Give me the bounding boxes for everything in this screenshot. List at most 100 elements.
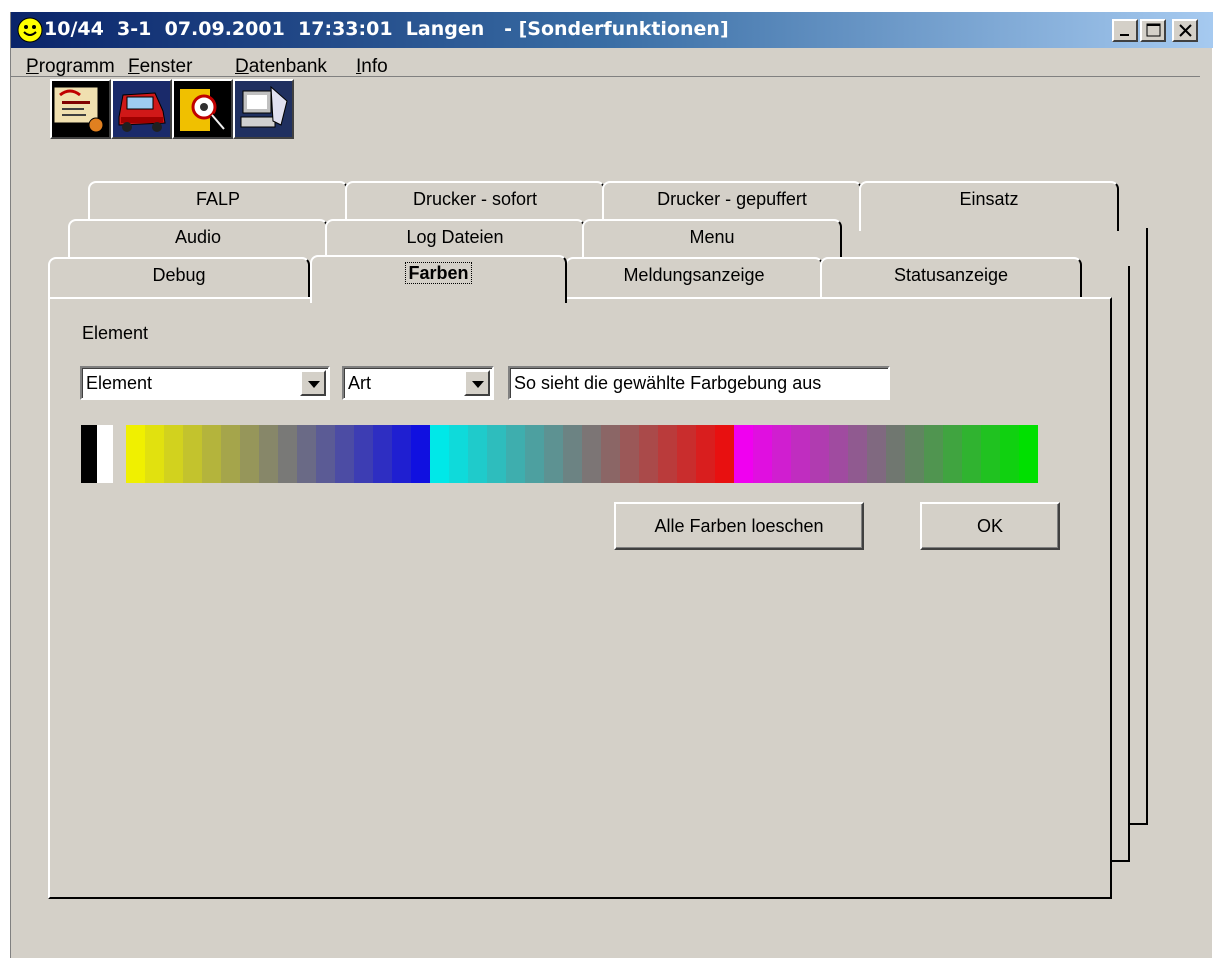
tab-einsatz-label: Einsatz [959, 189, 1019, 209]
tab-drucker-sofort-label: Drucker - sofort [412, 189, 538, 209]
palette-swatch[interactable] [563, 425, 582, 483]
maximize-button[interactable] [1140, 19, 1166, 42]
palette-swatch[interactable] [620, 425, 639, 483]
palette-swatch[interactable] [905, 425, 924, 483]
minimize-button[interactable] [1112, 19, 1138, 42]
palette-swatch[interactable] [810, 425, 829, 483]
palette-swatch[interactable] [772, 425, 791, 483]
palette-swatch[interactable] [867, 425, 886, 483]
tab-meldungsanzeige[interactable]: Meldungsanzeige [565, 257, 823, 301]
palette-swatch[interactable] [468, 425, 487, 483]
title-bar[interactable]: 10/44 3-1 07.09.2001 17:33:01 Langen - [… [11, 12, 1213, 48]
element-combobox-value: Element [86, 373, 153, 393]
palette-swatch[interactable] [164, 425, 183, 483]
preview-text: So sieht die gewählte Farbgebung aus [514, 373, 822, 393]
palette-swatch[interactable] [1000, 425, 1019, 483]
palette-swatch[interactable] [943, 425, 962, 483]
close-button[interactable] [1172, 19, 1198, 42]
palette-swatch[interactable] [506, 425, 525, 483]
palette-swatch[interactable] [886, 425, 905, 483]
chevron-down-icon[interactable] [300, 370, 326, 396]
close-icon [1179, 24, 1192, 37]
maximize-icon [1146, 23, 1161, 37]
palette-swatch[interactable] [525, 425, 544, 483]
menu-datenbank-rest: atenbank [248, 56, 327, 77]
palette-swatch[interactable] [126, 425, 145, 483]
palette-swatch[interactable] [962, 425, 981, 483]
menu-fenster-rest: enster [139, 56, 193, 77]
tab-page-farben: Element Element Art So sieht die gewählt… [48, 297, 1112, 899]
tab-meldungsanzeige-label: Meldungsanzeige [623, 265, 765, 285]
tab-farben-label: Farben [405, 262, 472, 284]
menu-programm-rest: rogramm [38, 56, 115, 77]
menu-datenbank[interactable]: Datenbank [235, 56, 327, 78]
palette-swatch[interactable] [487, 425, 506, 483]
tab-audio-label: Audio [174, 227, 222, 247]
tab-farben[interactable]: Farben [310, 255, 567, 303]
palette-swatch[interactable] [278, 425, 297, 483]
palette-swatch[interactable] [411, 425, 430, 483]
palette-swatch[interactable] [639, 425, 658, 483]
clear-colors-button[interactable]: Alle Farben loeschen [614, 502, 864, 550]
menu-programm-accel: P [26, 56, 39, 77]
palette-swatch[interactable] [145, 425, 164, 483]
tab-falp-label: FALP [195, 189, 241, 209]
chevron-down-icon[interactable] [464, 370, 490, 396]
palette-swatch[interactable] [753, 425, 772, 483]
palette-swatch[interactable] [677, 425, 696, 483]
palette-swatch[interactable] [924, 425, 943, 483]
palette-swatch[interactable] [582, 425, 601, 483]
palette-swatch[interactable] [715, 425, 734, 483]
palette-swatch[interactable] [449, 425, 468, 483]
menu-info[interactable]: Info [356, 56, 388, 78]
color-palette[interactable] [126, 425, 1038, 483]
tab-debug-label: Debug [152, 265, 206, 285]
minimize-icon [1120, 34, 1129, 36]
palette-swatch[interactable] [696, 425, 715, 483]
tab-menu-label: Menu [689, 227, 735, 247]
palette-swatch[interactable] [601, 425, 620, 483]
palette-swatch[interactable] [354, 425, 373, 483]
palette-swatch[interactable] [183, 425, 202, 483]
menu-fenster[interactable]: Fenster [128, 56, 192, 78]
art-combobox[interactable]: Art [342, 366, 494, 400]
palette-swatch[interactable] [373, 425, 392, 483]
palette-swatch[interactable] [221, 425, 240, 483]
tab-statusanzeige-label: Statusanzeige [893, 265, 1009, 285]
palette-swatch[interactable] [202, 425, 221, 483]
palette-swatch[interactable] [335, 425, 354, 483]
palette-swatch[interactable] [240, 425, 259, 483]
palette-swatch[interactable] [544, 425, 563, 483]
car-icon[interactable] [111, 79, 172, 139]
computer-icon[interactable] [233, 79, 294, 139]
palette-swatch[interactable] [848, 425, 867, 483]
palette-swatch[interactable] [829, 425, 848, 483]
preview-field[interactable]: So sieht die gewählte Farbgebung aus [508, 366, 890, 400]
palette-swatch[interactable] [791, 425, 810, 483]
menu-fenster-accel: F [128, 56, 140, 77]
palette-white-swatch[interactable] [97, 425, 113, 483]
element-combobox[interactable]: Element [80, 366, 330, 400]
magnifier-person-icon[interactable] [172, 79, 233, 139]
smiley-icon [17, 17, 43, 43]
tab-debug[interactable]: Debug [48, 257, 310, 301]
palette-black-swatch[interactable] [81, 425, 97, 483]
menu-info-rest: nfo [361, 56, 388, 77]
palette-swatch[interactable] [734, 425, 753, 483]
ok-button[interactable]: OK [920, 502, 1060, 550]
menu-programm[interactable]: Programm [26, 56, 115, 78]
palette-swatch[interactable] [1019, 425, 1038, 483]
art-combobox-value: Art [348, 373, 372, 393]
tab-statusanzeige[interactable]: Statusanzeige [820, 257, 1082, 301]
menu-datenbank-accel: D [235, 56, 249, 77]
palette-swatch[interactable] [316, 425, 335, 483]
palette-swatch[interactable] [259, 425, 278, 483]
tab-einsatz[interactable]: Einsatz [859, 181, 1119, 231]
palette-swatch[interactable] [297, 425, 316, 483]
palette-swatch[interactable] [392, 425, 411, 483]
palette-swatch[interactable] [430, 425, 449, 483]
window-title: 10/44 3-1 07.09.2001 17:33:01 Langen - [… [44, 18, 729, 40]
document-icon[interactable] [50, 79, 111, 139]
palette-swatch[interactable] [658, 425, 677, 483]
palette-swatch[interactable] [981, 425, 1000, 483]
